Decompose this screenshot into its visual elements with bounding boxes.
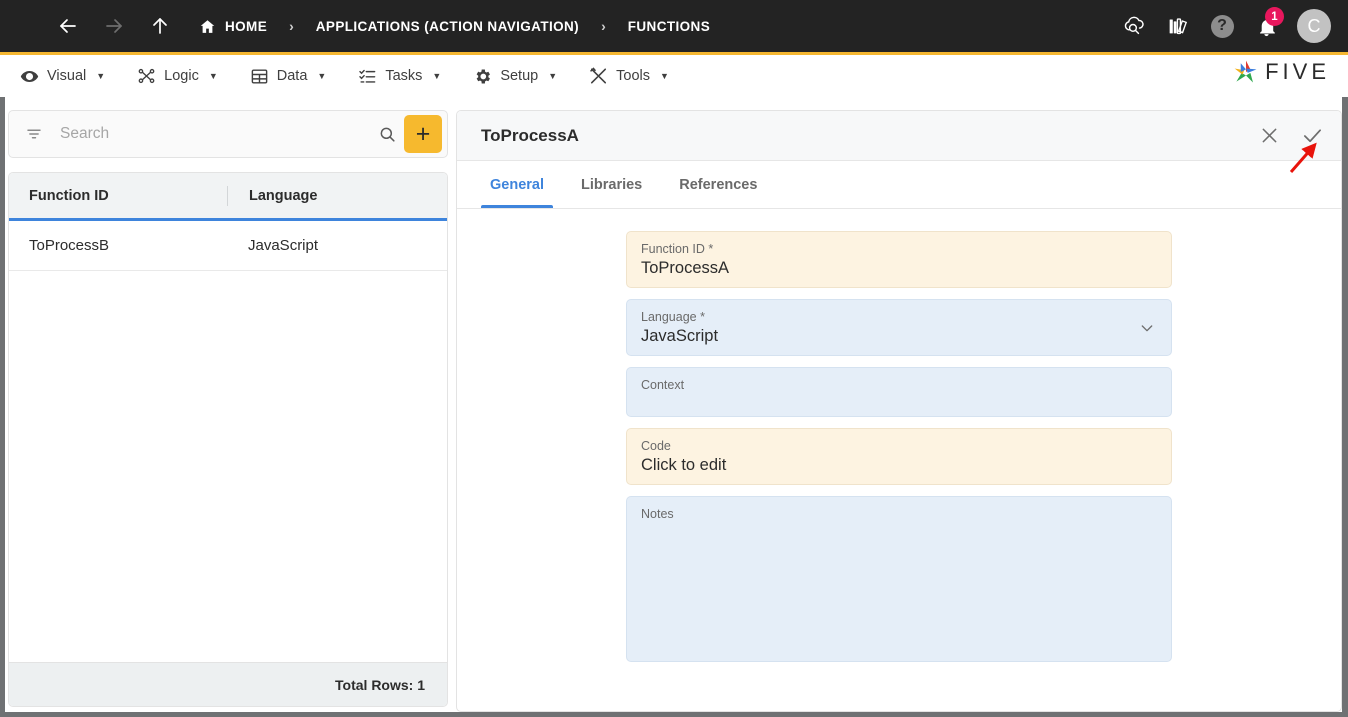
menu-item-data[interactable]: Data ▼ [250, 67, 327, 86]
help-question-mark: ? [1210, 14, 1234, 38]
chevron-down-icon: ▼ [432, 71, 442, 81]
field-label-context: Context [641, 378, 685, 392]
functions-list-pane: + Function ID Language ToProcessB JavaSc… [8, 110, 448, 707]
field-label-notes: Notes [641, 507, 674, 521]
logic-nodes-icon [137, 67, 156, 86]
panel-header: ToProcessA [457, 111, 1341, 161]
functions-grid: Function ID Language ToProcessB JavaScri… [8, 172, 448, 707]
top-bar-actions: ? 1 C [1112, 0, 1334, 52]
column-header-language[interactable]: Language [227, 185, 447, 206]
column-header-function-id[interactable]: Function ID [9, 188, 227, 204]
menu-label-visual: Visual [47, 68, 87, 84]
eye-icon [20, 67, 39, 86]
notification-badge: 1 [1265, 7, 1284, 26]
tab-general[interactable]: General [481, 162, 553, 208]
cell-function-id: ToProcessB [29, 237, 110, 254]
check-icon[interactable] [1299, 123, 1325, 149]
main-menu-bar: Visual ▼ Logic ▼ Data ▼ Tasks ▼ Setup ▼ … [0, 55, 1348, 97]
gear-icon [473, 67, 492, 86]
menu-item-logic[interactable]: Logic ▼ [137, 67, 218, 86]
window-frame-bottom [0, 712, 1348, 717]
window-frame-left [0, 97, 5, 717]
function-detail-panel: ToProcessA General Libraries References [456, 110, 1342, 712]
search-bar: + [8, 110, 448, 158]
field-value-code: Click to edit [641, 456, 727, 474]
menu-item-tasks[interactable]: Tasks ▼ [358, 67, 441, 86]
up-arrow-icon[interactable] [137, 0, 183, 52]
field-label-language: Language * [641, 310, 705, 324]
notifications-bell-icon[interactable]: 1 [1244, 0, 1288, 52]
menu-label-setup: Setup [500, 68, 539, 84]
cloud-search-icon[interactable] [1112, 0, 1156, 52]
breadcrumb-label-home: HOME [225, 18, 268, 34]
forward-arrow-icon[interactable] [91, 0, 137, 52]
back-arrow-icon[interactable] [45, 0, 91, 52]
breadcrumb-separator-2: › [601, 18, 606, 34]
menu-item-visual[interactable]: Visual ▼ [20, 67, 105, 86]
tab-libraries[interactable]: Libraries [572, 162, 651, 208]
avatar-initial: C [1297, 9, 1331, 43]
menu-label-data: Data [276, 68, 308, 84]
search-icon[interactable] [370, 125, 404, 144]
menu-label-logic: Logic [164, 68, 199, 84]
help-icon[interactable]: ? [1200, 0, 1244, 52]
chevron-down-icon: ▼ [208, 71, 218, 81]
breadcrumb: HOME › APPLICATIONS (ACTION NAVIGATION) … [195, 0, 714, 52]
field-language[interactable]: Language * JavaScript [626, 299, 1172, 356]
field-code[interactable]: Code Click to edit [626, 428, 1172, 485]
home-icon [199, 18, 216, 35]
breadcrumb-separator-1: › [289, 18, 294, 34]
chevron-down-icon: ▼ [317, 71, 327, 81]
menu-label-tasks: Tasks [385, 68, 423, 84]
user-avatar[interactable]: C [1288, 0, 1334, 52]
field-value-function-id: ToProcessA [641, 259, 730, 277]
table-row[interactable]: ToProcessB JavaScript [9, 221, 447, 271]
search-input[interactable] [60, 125, 370, 143]
breadcrumb-label-functions: FUNCTIONS [627, 18, 711, 34]
table-grid-icon [250, 67, 269, 86]
task-list-icon [358, 67, 377, 86]
field-label-code: Code [641, 439, 671, 453]
application-window: HOME › APPLICATIONS (ACTION NAVIGATION) … [0, 0, 1348, 717]
five-brand-text: FIVE [1265, 59, 1330, 84]
page-title: ToProcessA [481, 125, 579, 145]
add-function-button[interactable]: + [404, 115, 442, 153]
menu-item-tools[interactable]: Tools ▼ [589, 67, 669, 86]
menu-item-setup[interactable]: Setup ▼ [473, 67, 557, 86]
panel-action-buttons [1256, 123, 1325, 149]
grid-footer-total-rows: Total Rows: 1 [9, 662, 447, 706]
chevron-down-icon: ▼ [548, 71, 558, 81]
cell-language: JavaScript [248, 237, 319, 254]
filter-icon[interactable] [25, 125, 43, 143]
top-navigation-bar: HOME › APPLICATIONS (ACTION NAVIGATION) … [0, 0, 1348, 52]
window-frame-right [1342, 97, 1348, 717]
tools-icon [589, 67, 608, 86]
field-label-function-id: Function ID * [641, 242, 714, 256]
breadcrumb-item-home[interactable]: HOME [195, 18, 271, 35]
breadcrumb-label-applications: APPLICATIONS (ACTION NAVIGATION) [315, 18, 580, 34]
breadcrumb-item-applications[interactable]: APPLICATIONS (ACTION NAVIGATION) [312, 19, 583, 34]
five-pinwheel-icon [1234, 60, 1257, 83]
menu-label-tools: Tools [616, 68, 650, 84]
grid-header-row: Function ID Language [9, 173, 447, 221]
field-notes[interactable]: Notes [626, 496, 1172, 662]
chevron-down-icon: ▼ [660, 71, 669, 81]
hamburger-menu-icon[interactable] [23, 0, 45, 52]
chevron-down-icon: ▼ [96, 71, 106, 81]
grid-body: ToProcessB JavaScript [9, 221, 447, 662]
field-value-language: JavaScript [641, 327, 719, 345]
close-icon[interactable] [1256, 123, 1282, 149]
general-form: Function ID * ToProcessA Language * Java… [457, 209, 1341, 662]
breadcrumb-item-functions[interactable]: FUNCTIONS [624, 19, 714, 34]
panel-tabs: General Libraries References [457, 161, 1341, 209]
field-function-id[interactable]: Function ID * ToProcessA [626, 231, 1172, 288]
field-context[interactable]: Context [626, 367, 1172, 417]
tab-references[interactable]: References [670, 162, 766, 208]
books-library-icon[interactable] [1156, 0, 1200, 52]
five-brand-logo[interactable]: FIVE [1232, 58, 1330, 86]
